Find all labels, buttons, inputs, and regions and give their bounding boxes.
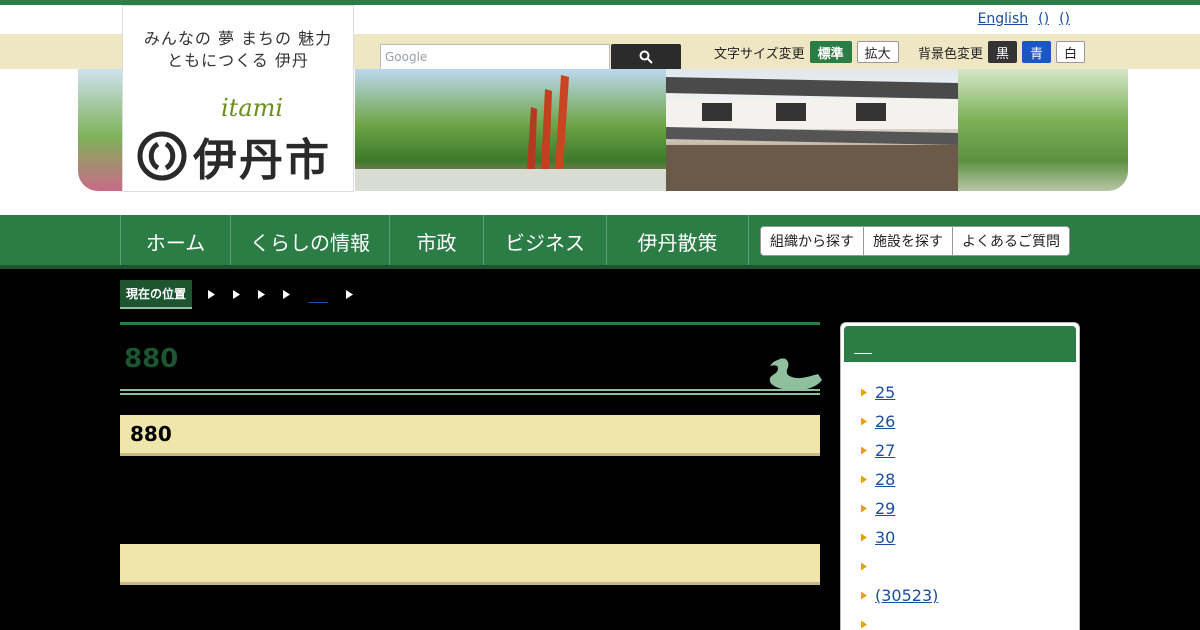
bg-color-control: 背景色変更 黒 青 白 [918,41,1086,63]
lang-link-2[interactable]: () [1038,11,1049,27]
banner-photo-old-house [666,69,958,191]
language-links: English () () [978,11,1070,27]
lang-link-3[interactable]: () [1059,11,1070,27]
slogan-line-2: ともにつくる 伊丹 [167,51,309,70]
search-input[interactable] [380,44,610,70]
sidebar-link-29[interactable]: 29 [875,499,895,518]
bullet-arrow-icon [861,388,867,397]
banner-photo-tree-path [958,69,1128,191]
banner-photo-monument [355,69,666,191]
sidebar-item [861,552,966,581]
search-by-facility-button[interactable]: 施設を探す [863,227,952,255]
sidebar-link-30523[interactable]: (30523) [875,586,966,605]
nav-item-home[interactable]: ホーム [120,215,230,267]
sidebar-list: 25 26 27 28 29 30 (30523) [861,378,966,630]
search-icon [639,50,653,64]
nav-item-sightseeing[interactable]: 伊丹散策 [606,215,749,267]
sidebar-item: (30523) [861,581,966,610]
title-bottom-rule [120,389,820,395]
section-heading: 880 [120,415,820,456]
breadcrumb-arrow-icon [258,290,266,299]
page-title: 880 [124,344,179,374]
duck-icon [769,358,822,391]
sidebar-item: 26 [861,407,966,436]
bullet-arrow-icon [861,562,867,571]
bg-blue-button[interactable]: 青 [1022,41,1052,63]
nav-item-city-govt[interactable]: 市政 [389,215,483,267]
bg-black-button[interactable]: 黒 [988,41,1018,63]
sidebar-panel: 25 26 27 28 29 30 (30523) [840,322,1080,630]
breadcrumb-label: 現在の位置 [120,280,193,309]
sidebar-link-27[interactable]: 27 [875,441,895,460]
sidebar-link-28[interactable]: 28 [875,470,895,489]
search-button[interactable] [611,44,681,70]
global-nav-bottom-line [0,265,1200,269]
breadcrumb-trail [208,287,354,303]
sidebar-item: 29 [861,494,966,523]
sidebar-item: 30 [861,523,966,552]
nav-item-business[interactable]: ビジネス [483,215,606,267]
sidebar-link-26[interactable]: 26 [875,412,895,431]
bullet-arrow-icon [861,620,867,629]
search-by-buttons: 組織から探す 施設を探す よくあるご質問 [760,226,1070,256]
lang-link-english[interactable]: English [978,11,1029,27]
bullet-arrow-icon [861,504,867,513]
bullet-arrow-icon [861,591,867,600]
title-top-rule [120,322,820,325]
bg-color-label: 背景色変更 [918,46,984,62]
bg-white-button[interactable]: 白 [1056,41,1086,63]
sidebar-item: 27 [861,436,966,465]
site-logo[interactable]: みんなの 夢 まちの 魅力 ともにつくる 伊丹 itami 伊丹市 [122,5,354,192]
bullet-arrow-icon [861,446,867,455]
logo-slogan: みんなの 夢 まちの 魅力 ともにつくる 伊丹 [123,28,353,72]
breadcrumb-arrow-icon [233,290,241,299]
faq-button[interactable]: よくあるご質問 [952,227,1069,255]
search-by-organization-button[interactable]: 組織から探す [761,227,863,255]
banner-photo-rose-garden [78,69,123,191]
sidebar-item: 25 [861,378,966,407]
font-size-standard-button[interactable]: 標準 [809,41,852,63]
sidebar-item: 28 [861,465,966,494]
breadcrumb-link[interactable] [308,287,329,303]
sidebar-heading-link[interactable] [854,353,872,354]
slogan-line-1: みんなの 夢 まちの 魅力 [143,29,333,48]
site-search [380,44,681,70]
global-nav: ホーム くらしの情報 市政 ビジネス 伊丹散策 組織から探す 施設を探す よくあ… [0,215,1200,267]
city-emblem-icon [137,131,187,181]
sidebar-item [861,610,966,630]
breadcrumb: 現在の位置 [120,280,354,309]
sidebar-heading [844,326,1076,362]
global-nav-items: ホーム くらしの情報 市政 ビジネス 伊丹散策 [120,215,749,267]
font-size-control: 文字サイズ変更 標準 拡大 [714,41,899,63]
font-size-large-button[interactable]: 拡大 [856,41,899,63]
bullet-arrow-icon [861,533,867,542]
nav-item-living[interactable]: くらしの情報 [230,215,389,267]
breadcrumb-arrow-icon [283,290,291,299]
sidebar-link-30[interactable]: 30 [875,528,895,547]
breadcrumb-arrow-icon [208,290,216,299]
sidebar-link-25[interactable]: 25 [875,383,895,402]
font-size-label: 文字サイズ変更 [714,46,805,62]
breadcrumb-arrow-icon [346,290,354,299]
bullet-arrow-icon [861,417,867,426]
bullet-arrow-icon [861,475,867,484]
logo-roman-text: itami [221,94,284,122]
site-header: English () () 文字サイズ変更 標準 拡大 背景色変更 黒 青 白 [0,0,1200,215]
logo-city-name: 伊丹市 [193,135,331,186]
logo-mark-row: 伊丹市 [137,124,331,188]
section-heading-2 [120,544,820,585]
